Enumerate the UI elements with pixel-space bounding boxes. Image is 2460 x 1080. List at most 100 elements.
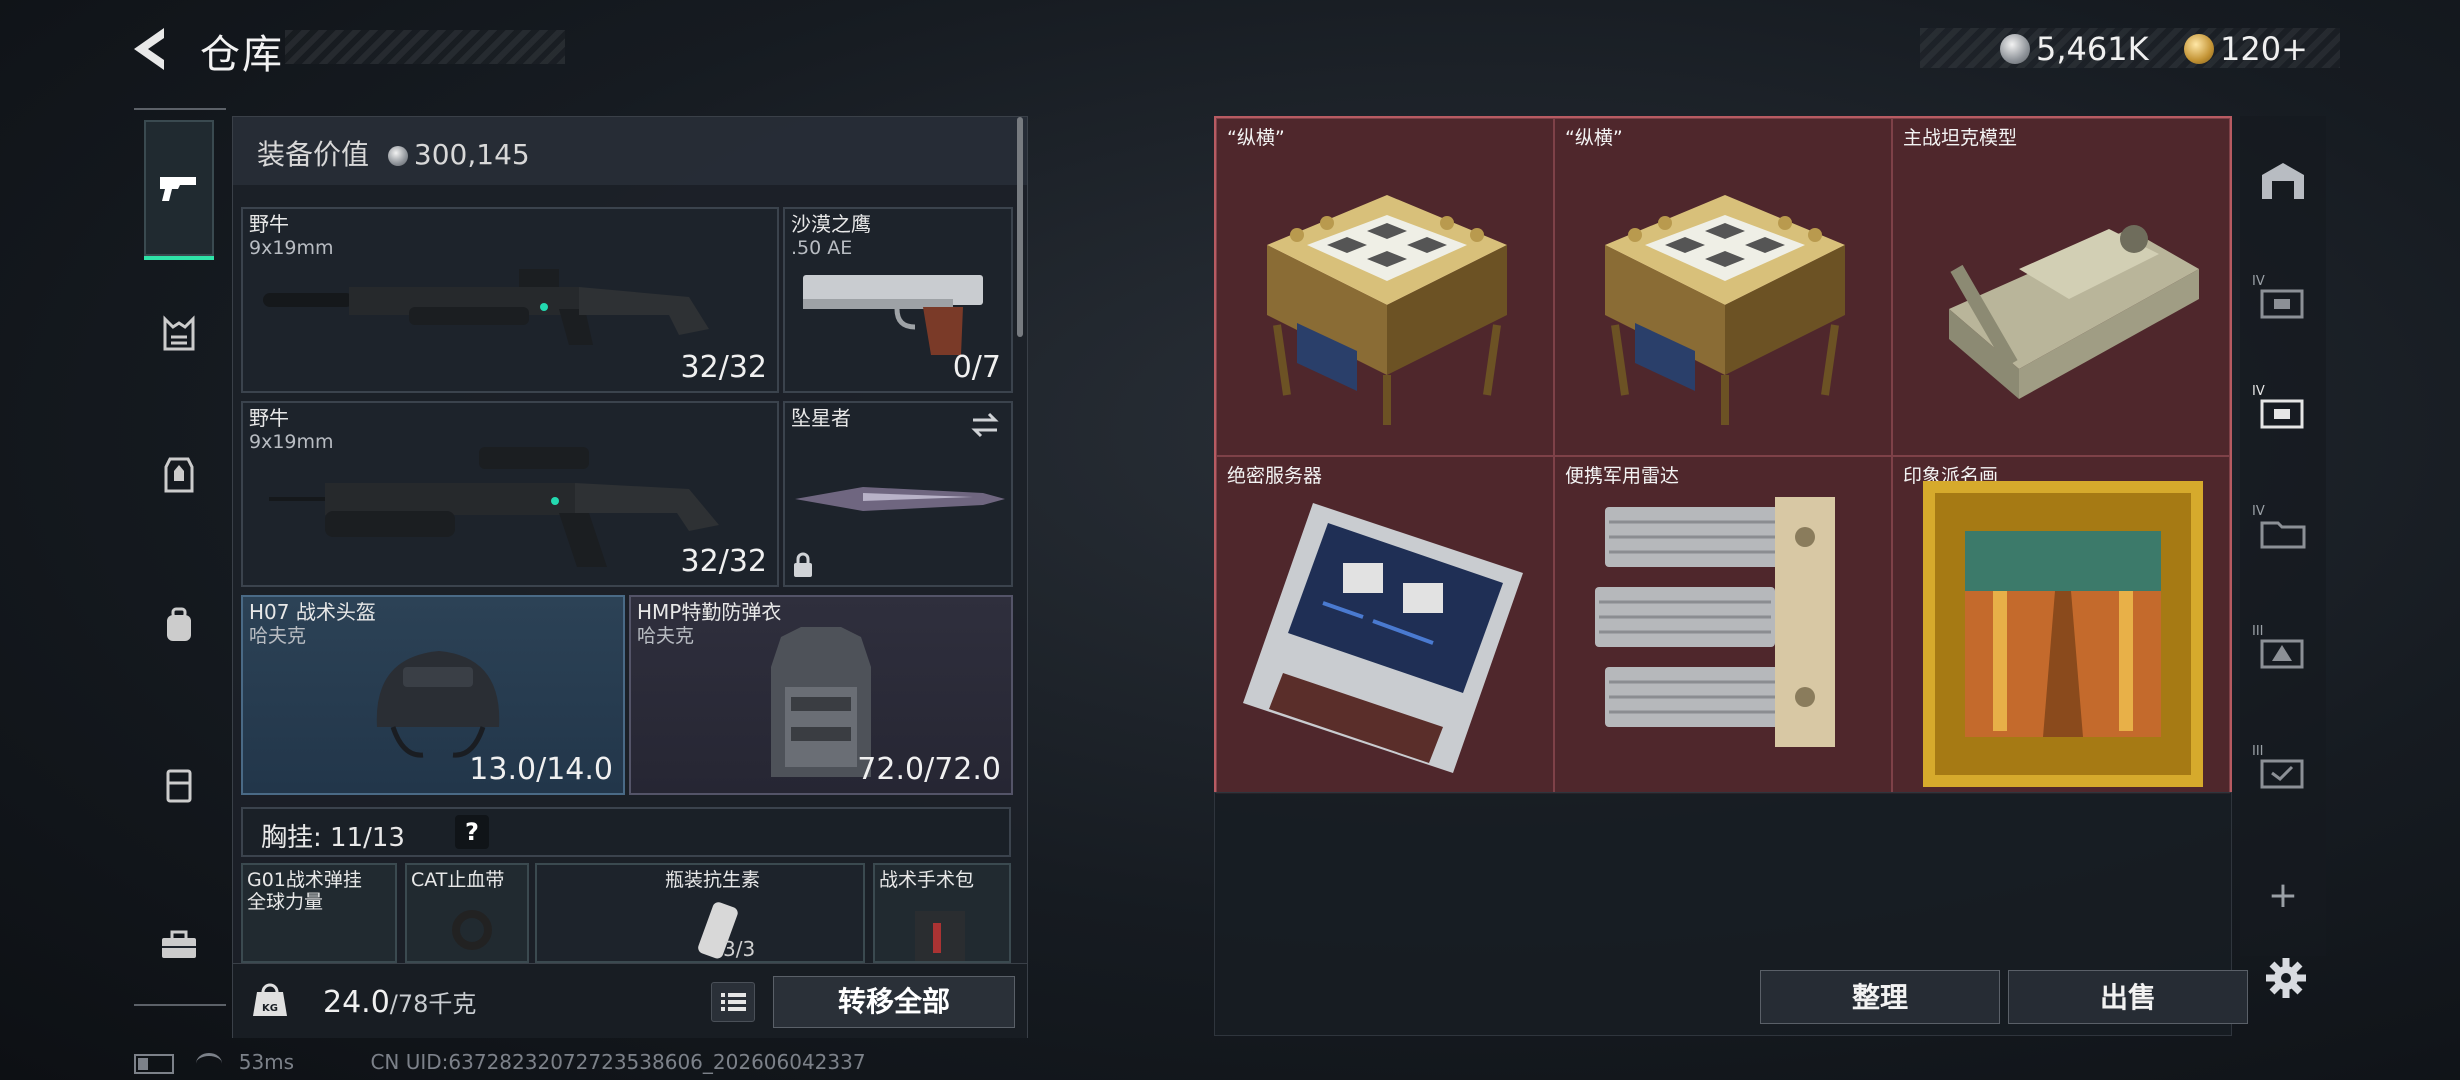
storage-item[interactable]: 主战坦克模型 (1892, 118, 2230, 456)
slot-name: 沙漠之鹰 (791, 212, 871, 236)
carry-weight-max: /78千克 (389, 990, 477, 1018)
category-backpack[interactable] (144, 590, 214, 660)
surgery-kit-icon (915, 911, 965, 961)
back-arrow-icon[interactable] (130, 24, 174, 74)
server-icon (1243, 503, 1523, 773)
slot-brand: 哈夫克 (637, 625, 695, 647)
melee-slot[interactable]: 坠星者 (783, 401, 1013, 587)
storage-tab-rail: IV IV IV III III + (2240, 116, 2326, 956)
body-armor-slot[interactable]: HMP特勤防弹衣 哈夫克 72.0/72.0 (629, 595, 1013, 795)
storage-grid: “纵横” “纵横” 主战坦克模型 绝密服务器 便携军用雷达 印象派名画 (1214, 116, 2232, 794)
slot-name: 野牛 (249, 406, 289, 430)
folder-case-icon (2260, 521, 2306, 549)
ping: 53ms (238, 1050, 295, 1074)
lock-icon (794, 552, 812, 577)
storage-tab-main[interactable] (2252, 150, 2314, 212)
rig-item-name: CAT止血带 (411, 869, 505, 891)
swap-icon[interactable] (969, 411, 1001, 439)
storage-tab-3[interactable]: IV (2252, 500, 2314, 562)
storage-tab-5[interactable]: III (2252, 740, 2314, 802)
chest-rig-icon (163, 315, 195, 351)
gear-icon[interactable] (2264, 956, 2308, 1000)
sort-button[interactable]: 整理 (1760, 970, 2000, 1024)
chess-set-icon (1267, 195, 1507, 425)
tourniquet-icon (452, 910, 492, 950)
storage-item[interactable]: “纵横” (1554, 118, 1892, 456)
category-rig[interactable] (144, 300, 214, 370)
silver-amount: 5,461K (2036, 30, 2149, 68)
carry-weight: 24.0/78千克 (323, 984, 476, 1020)
sell-button[interactable]: 出售 (2008, 970, 2248, 1024)
item-name: “纵横” (1565, 127, 1623, 149)
ammo-box-icon (2260, 639, 2304, 669)
radar-icon (1595, 497, 1835, 747)
svg-text:KG: KG (262, 1003, 278, 1014)
knife-icon (795, 487, 1005, 511)
slot-name: 野牛 (249, 212, 289, 236)
wifi-icon (196, 1053, 223, 1074)
storage-tab-1[interactable]: IV (2252, 270, 2314, 332)
category-weapons[interactable] (144, 120, 214, 260)
equipment-value-label: 装备价值 (257, 138, 370, 171)
rig-item[interactable]: G01战术弹挂 全球力量 (241, 863, 397, 963)
primary-weapon-slot[interactable]: 野牛 9x19mm 32/32 (241, 207, 779, 393)
vest-icon (164, 457, 194, 493)
pistol-icon (160, 177, 196, 201)
storage-case-icon (2260, 289, 2304, 319)
slot-name: H07 战术头盔 (249, 600, 376, 624)
storage-item[interactable]: 绝密服务器 (1216, 456, 1554, 794)
silver-coin-icon (387, 146, 408, 166)
warehouse-icon (2262, 163, 2304, 199)
ammo-count: 0/7 (952, 350, 1001, 385)
category-vest[interactable] (144, 440, 214, 510)
storage-tab-4[interactable]: III (2252, 620, 2314, 682)
pistol-icon (803, 275, 983, 355)
sidearm-slot[interactable]: 沙漠之鹰 .50 AE 0/7 (783, 207, 1013, 393)
silver-currency: 5,461K (2000, 30, 2149, 68)
storage-case-icon (2260, 759, 2304, 789)
storage-item[interactable]: 印象派名画 (1892, 456, 2230, 794)
slot-caliber: .50 AE (791, 237, 853, 259)
smg-icon (263, 269, 709, 345)
durability: 13.0/14.0 (469, 752, 613, 787)
ammo-count: 32/32 (680, 544, 767, 579)
add-storage-button[interactable]: + (2252, 864, 2314, 926)
secondary-weapon-slot[interactable]: 野牛 9x19mm 32/32 (241, 401, 779, 587)
slot-brand: 哈夫克 (249, 625, 307, 647)
helmet-slot[interactable]: H07 战术头盔 哈夫克 13.0/14.0 (241, 595, 625, 795)
equipment-panel: 装备价值 300,145 野牛 9x19mm 32/32 沙漠之鹰 .50 AE… (232, 116, 1028, 1038)
transfer-all-button[interactable]: 转移全部 (773, 976, 1015, 1028)
ammo-count: 32/32 (680, 350, 767, 385)
storage-item[interactable]: “纵横” (1216, 118, 1554, 456)
item-name: 绝密服务器 (1227, 465, 1323, 487)
item-name: 主战坦克模型 (1903, 127, 2018, 149)
status-bar: 53ms CN UID:6372823207272353​8606_202606… (134, 1050, 866, 1074)
storage-case-icon (2260, 399, 2304, 429)
equipment-value: 装备价值 300,145 (257, 133, 530, 173)
rig-item[interactable]: CAT止血带 (405, 863, 529, 963)
storage-tab-2[interactable]: IV (2252, 380, 2314, 442)
painting-icon (1923, 481, 2203, 787)
rig-item[interactable]: 瓶装抗生素 3/3 (535, 863, 865, 963)
weight-icon: KG (253, 983, 287, 1016)
category-case[interactable] (144, 910, 214, 980)
category-rail (134, 110, 224, 1010)
battery-icon (134, 1053, 174, 1074)
user-uid: CN UID:6372823207272353​8606_20260604233… (370, 1050, 866, 1074)
slot-name: 坠星者 (791, 406, 851, 430)
backpack-icon (167, 607, 191, 641)
category-container[interactable] (144, 750, 214, 820)
tank-model-icon (1949, 225, 2199, 399)
title-decoration (285, 30, 565, 64)
item-name: 便携军用雷达 (1565, 465, 1680, 487)
rig-item[interactable]: 战术手术包 (873, 863, 1011, 963)
equipment-scrollbar[interactable] (1017, 117, 1023, 337)
container-icon (166, 769, 192, 803)
chess-set-icon (1605, 195, 1845, 425)
list-view-button[interactable] (711, 982, 755, 1022)
gold-coin-icon (2184, 34, 2214, 64)
rig-item-name: 战术手术包 (879, 869, 975, 891)
gold-currency[interactable]: 120+ (2184, 30, 2308, 68)
storage-item[interactable]: 便携军用雷达 (1554, 456, 1892, 794)
help-icon[interactable]: ? (455, 815, 489, 849)
